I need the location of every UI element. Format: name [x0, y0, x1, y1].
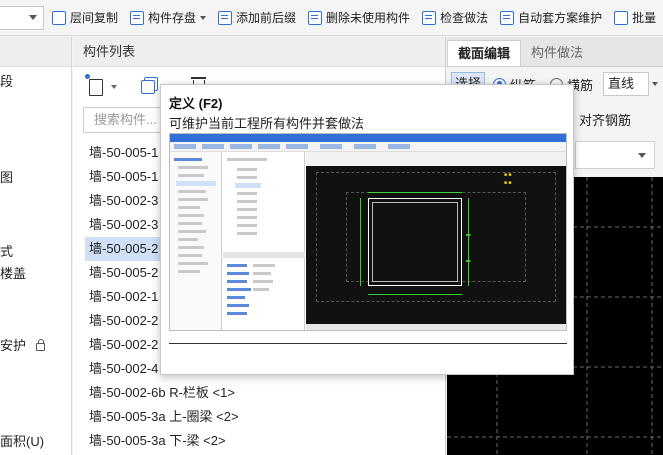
right-tabs: 截面编辑 构件做法	[447, 37, 663, 67]
component-search-input[interactable]: 搜索构件...	[83, 107, 163, 133]
align-rebar-button[interactable]: 对齐钢筋	[579, 110, 631, 129]
preview-nav	[170, 152, 222, 330]
tooltip-title: 定义 (F2)	[169, 96, 223, 111]
preview-component-list	[223, 152, 305, 330]
check-method-icon	[422, 10, 437, 25]
nav-item-4[interactable]: 楼盖	[0, 263, 26, 282]
component-list-title: 构件列表	[73, 37, 445, 67]
add-prefix-button[interactable]: 添加前后缀	[214, 4, 300, 32]
batch-icon	[614, 10, 629, 25]
tab-section-edit[interactable]: 截面编辑	[447, 40, 522, 66]
floor-copy-icon	[52, 10, 66, 25]
check-method-label: 检查做法	[440, 11, 489, 25]
auto-scheme-button[interactable]: 自动套方案维护	[496, 4, 606, 32]
new-component-button[interactable]	[83, 73, 127, 99]
chevron-down-icon	[29, 14, 37, 20]
nav-item-6[interactable]: 面积(U)	[0, 431, 44, 450]
floor-copy-button[interactable]: 层间复制	[48, 4, 122, 32]
nav-item-5-label: 安护	[0, 338, 27, 353]
list-item[interactable]: 墙-50-002-6b R-栏板 <1>	[73, 381, 445, 405]
nav-item-1[interactable]: 段	[0, 71, 13, 90]
save-component-button[interactable]: 构件存盘	[126, 4, 210, 32]
add-prefix-icon	[218, 10, 233, 25]
batch-label: 批量	[632, 11, 657, 25]
rebar-select[interactable]	[575, 141, 655, 169]
line-type-select[interactable]: 直线	[603, 72, 659, 96]
delete-unused-icon	[308, 10, 323, 25]
tooltip-preview-image: ■ ■ ■ ■ ■■ ■■	[169, 133, 567, 331]
list-item[interactable]: 墙-50-005-3a 上-圈梁 <2>	[73, 405, 445, 429]
preview-statusbar	[306, 324, 566, 330]
check-method-button[interactable]: 检查做法	[418, 4, 492, 32]
tooltip-description: 可维护当前工程所有构件并套做法	[169, 116, 365, 131]
chevron-down-icon	[652, 82, 659, 86]
auto-scheme-label: 自动套方案维护	[518, 11, 603, 25]
floor-copy-label: 层间复制	[70, 11, 119, 25]
define-tooltip: 定义 (F2) 可维护当前工程所有构件并套做法 ■ ■ ■ ■ ■■ ■■	[160, 84, 574, 375]
copy-icon	[141, 80, 155, 94]
chevron-down-icon[interactable]	[111, 85, 117, 89]
chevron-down-icon[interactable]	[200, 15, 207, 20]
left-nav-header	[0, 37, 71, 67]
nav-item-5[interactable]: 安护	[0, 335, 46, 354]
nav-item-3[interactable]: 式	[0, 241, 13, 260]
preview-toolbar	[170, 142, 566, 152]
add-prefix-label: 添加前后缀	[236, 11, 297, 25]
tooltip-divider	[169, 343, 567, 344]
chevron-down-icon	[638, 153, 646, 158]
line-type-value: 直线	[608, 76, 635, 91]
preview-section-canvas: ■ ■ ■ ■ ■■ ■■	[306, 152, 566, 330]
tab-component-method[interactable]: 构件做法	[521, 40, 593, 66]
save-component-icon	[130, 10, 145, 25]
new-icon	[85, 73, 103, 96]
auto-scheme-icon	[500, 10, 515, 25]
left-nav-panel: 段 图 式 楼盖 安护 面积(U)	[0, 37, 72, 455]
main-toolbar: 层间复制 构件存盘 添加前后缀 删除未使用构件 检查做法 自动套方案维护 批量	[0, 0, 663, 36]
list-item[interactable]: 墙-50-005-3a 下-梁 <2>	[73, 429, 445, 453]
save-component-label: 构件存盘	[148, 11, 197, 25]
batch-button[interactable]: 批量	[610, 4, 660, 32]
preview-titlebar	[170, 134, 566, 142]
delete-unused-button[interactable]: 删除未使用构件	[304, 4, 414, 32]
toolbar-combo[interactable]	[0, 5, 44, 30]
nav-item-2[interactable]: 图	[0, 167, 13, 186]
lock-icon	[36, 338, 46, 351]
delete-unused-label: 删除未使用构件	[326, 11, 411, 25]
